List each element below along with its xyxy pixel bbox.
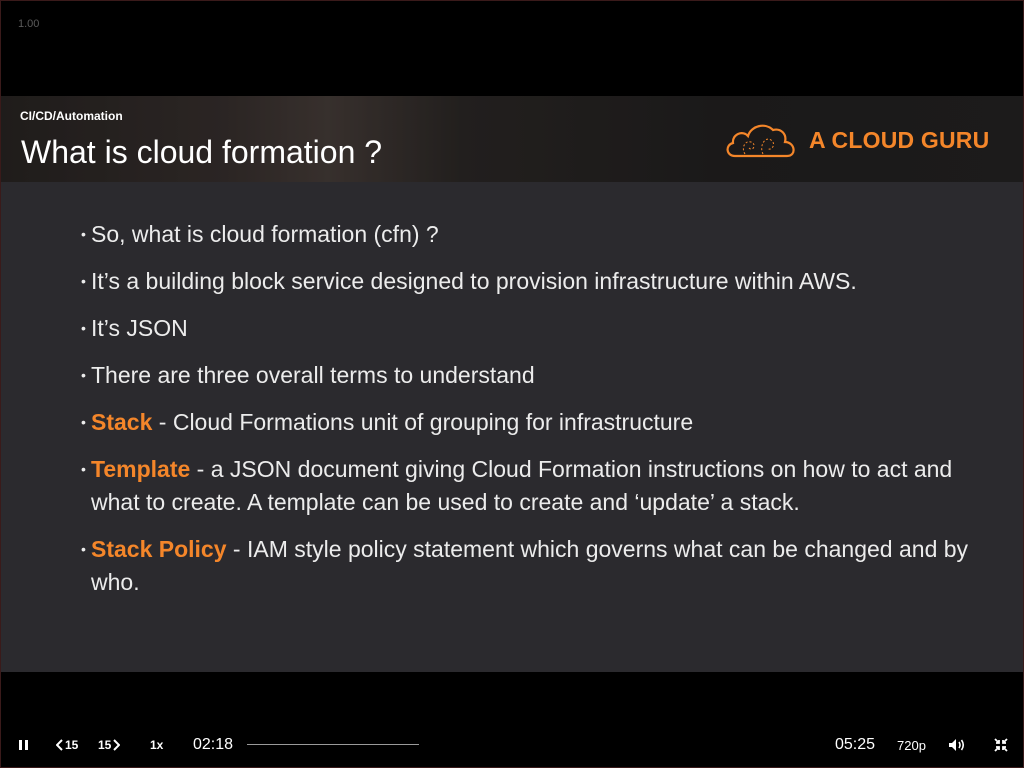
total-time: 05:25 [835, 736, 876, 753]
bullet-text: Cloud Formations unit of grouping for in… [172, 409, 694, 435]
bullet-text: It’s a building block service designed t… [91, 268, 857, 294]
volume-icon [949, 739, 965, 751]
skip-back-label: 15 [65, 738, 79, 752]
bullet-item: • So, what is cloud formation (cfn) ? [81, 221, 439, 247]
current-time: 02:18 [193, 736, 234, 753]
bullet-text: There are three overall terms to underst… [91, 362, 535, 388]
bullet-separator: - [152, 409, 173, 435]
bullet-item: • Stack Policy - IAM style policy stateme… [81, 536, 969, 595]
skip-forward-label: 15 [98, 738, 112, 752]
playback-speed-button[interactable]: 1x [150, 736, 163, 754]
quality-button[interactable]: 720p [897, 736, 926, 754]
bullet-item: • Template - a JSON document giving Cloud… [81, 456, 953, 515]
skip-back-button[interactable]: 15 [56, 736, 78, 754]
bullet-text: So, what is cloud formation (cfn) ? [91, 221, 439, 247]
bullet-term: Stack [91, 409, 153, 435]
bullet-term: Stack Policy [91, 536, 227, 562]
slide: CI/CD/Automation What is cloud formation… [1, 96, 1023, 672]
chevron-right-icon [113, 739, 121, 751]
slide-header: CI/CD/Automation What is cloud formation… [1, 96, 1023, 182]
cloud-logo-icon [726, 124, 795, 158]
bullet-list: • So, what is cloud formation (cfn) ? • It… [81, 218, 981, 613]
breadcrumb: CI/CD/Automation [20, 109, 123, 123]
bullet-item: • It’s a building block service designed … [81, 268, 857, 294]
logo-text: A CLOUD GURU [809, 126, 990, 153]
chevron-left-icon [56, 739, 63, 751]
bullet-item: • It’s JSON [81, 315, 188, 341]
bullet-separator: - [190, 456, 211, 482]
slide-title: What is cloud formation ? [21, 134, 383, 170]
bullet-text: a JSON document giving Cloud Formation i… [91, 456, 953, 515]
bullet-text: It’s JSON [91, 315, 188, 341]
exit-fullscreen-icon [994, 738, 1008, 752]
pause-button[interactable] [12, 736, 34, 754]
player-controls: 15 15 1x 02:18 05:25 720p [0, 720, 1024, 768]
bullet-term: Template [91, 456, 191, 482]
progress-bar[interactable] [247, 744, 419, 745]
volume-button[interactable] [947, 736, 967, 754]
exit-fullscreen-button[interactable] [992, 736, 1010, 754]
skip-forward-button[interactable]: 15 [98, 736, 121, 754]
bullet-item: • Stack - Cloud Formations unit of groupi… [81, 409, 694, 435]
speed-readout: 1.00 [18, 18, 40, 30]
logo: A CLOUD GURU [723, 118, 989, 162]
bullet-separator: - [226, 536, 247, 562]
pause-icon [17, 740, 29, 750]
bullet-item: • There are three overall terms to unders… [81, 362, 535, 388]
